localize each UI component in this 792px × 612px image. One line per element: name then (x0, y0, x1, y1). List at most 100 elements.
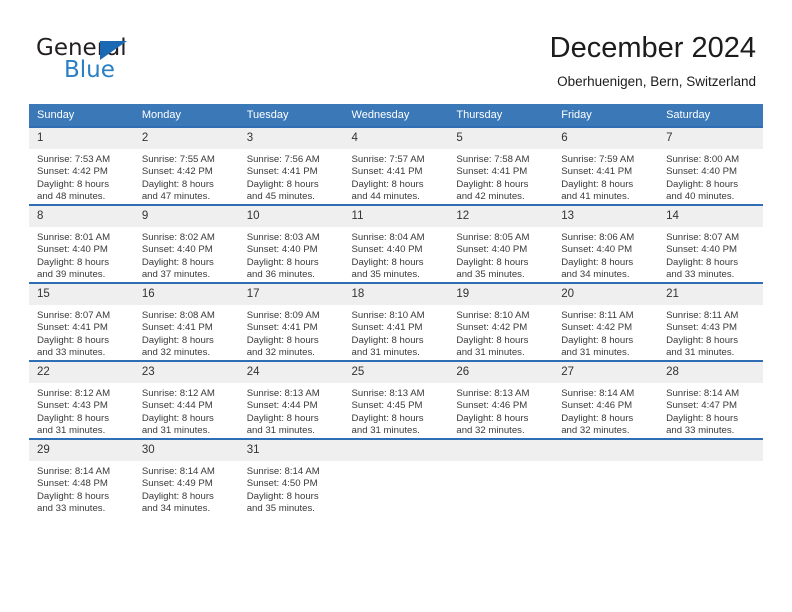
week-row: 15 Sunrise: 8:07 AM Sunset: 4:41 PM Dayl… (29, 282, 763, 361)
day-number (343, 440, 449, 461)
day-cell[interactable]: 8 Sunrise: 8:01 AM Sunset: 4:40 PM Dayli… (29, 204, 134, 283)
page-subtitle: Oberhuenigen, Bern, Switzerland (557, 74, 756, 89)
daylight-text-line1: Daylight: 8 hours (456, 412, 529, 424)
daylight-text-line1: Daylight: 8 hours (351, 334, 424, 346)
day-cell[interactable]: 13 Sunrise: 8:06 AM Sunset: 4:40 PM Dayl… (553, 204, 659, 283)
day-cell[interactable]: 18 Sunrise: 8:10 AM Sunset: 4:41 PM Dayl… (343, 282, 449, 361)
day-details: Sunrise: 8:11 AM Sunset: 4:43 PM Dayligh… (658, 305, 763, 360)
sunset-text: Sunset: 4:40 PM (246, 244, 318, 256)
day-cell[interactable]: 4 Sunrise: 7:57 AM Sunset: 4:41 PM Dayli… (343, 126, 449, 205)
day-number: 4 (343, 128, 449, 149)
daylight-text-line1: Daylight: 8 hours (141, 256, 214, 268)
day-cell[interactable]: 26 Sunrise: 8:13 AM Sunset: 4:46 PM Dayl… (448, 360, 554, 439)
weekday-header-saturday: Saturday (658, 104, 763, 127)
day-details: Sunrise: 8:14 AM Sunset: 4:50 PM Dayligh… (239, 461, 344, 516)
sunset-text: Sunset: 4:45 PM (351, 400, 423, 412)
calendar-page: General Blue December 2024 Oberhuenigen,… (0, 0, 792, 612)
sunset-text: Sunset: 4:48 PM (37, 478, 108, 490)
day-number: 1 (29, 128, 134, 149)
day-cell[interactable]: 5 Sunrise: 7:58 AM Sunset: 4:41 PM Dayli… (448, 126, 554, 205)
day-cell[interactable]: 20 Sunrise: 8:11 AM Sunset: 4:42 PM Dayl… (553, 282, 659, 361)
day-cell[interactable]: 24 Sunrise: 8:13 AM Sunset: 4:44 PM Dayl… (238, 360, 344, 439)
daylight-text-line1: Daylight: 8 hours (666, 412, 739, 424)
daylight-text-line1: Daylight: 8 hours (666, 334, 739, 346)
day-cell[interactable]: 19 Sunrise: 8:10 AM Sunset: 4:42 PM Dayl… (448, 282, 554, 361)
day-cell[interactable]: 12 Sunrise: 8:05 AM Sunset: 4:40 PM Dayl… (448, 204, 554, 283)
day-details: Sunrise: 8:14 AM Sunset: 4:49 PM Dayligh… (134, 461, 239, 516)
sunrise-text: Sunrise: 8:03 AM (246, 232, 320, 243)
sunrise-text: Sunrise: 8:05 AM (456, 232, 530, 243)
daylight-text-line2: and 45 minutes. (246, 191, 315, 203)
day-number: 24 (238, 362, 344, 383)
day-cell[interactable]: 28 Sunrise: 8:14 AM Sunset: 4:47 PM Dayl… (658, 360, 763, 439)
day-cell[interactable]: 6 Sunrise: 7:59 AM Sunset: 4:41 PM Dayli… (553, 126, 659, 205)
sunrise-text: Sunrise: 8:04 AM (351, 232, 425, 243)
day-cell[interactable]: 9 Sunrise: 8:02 AM Sunset: 4:40 PM Dayli… (133, 204, 239, 283)
sunrise-text: Sunrise: 8:14 AM (561, 388, 635, 399)
sunrise-text: Sunrise: 8:12 AM (37, 388, 111, 399)
day-number: 30 (133, 440, 239, 461)
sunrise-text: Sunrise: 8:14 AM (666, 388, 740, 399)
day-number: 29 (29, 440, 134, 461)
weekday-header-monday: Monday (133, 104, 239, 127)
week-row: 22 Sunrise: 8:12 AM Sunset: 4:43 PM Dayl… (29, 360, 763, 439)
day-cell[interactable]: 2 Sunrise: 7:55 AM Sunset: 4:42 PM Dayli… (133, 126, 239, 205)
day-details: Sunrise: 8:06 AM Sunset: 4:40 PM Dayligh… (553, 227, 658, 282)
day-number: 5 (448, 128, 554, 149)
day-cell[interactable]: 1 Sunrise: 7:53 AM Sunset: 4:42 PM Dayli… (29, 126, 134, 205)
day-cell[interactable]: 10 Sunrise: 8:03 AM Sunset: 4:40 PM Dayl… (238, 204, 344, 283)
general-blue-logo[interactable]: General Blue (36, 36, 186, 84)
logo-text-blue: Blue (64, 57, 115, 83)
day-cell[interactable]: 16 Sunrise: 8:08 AM Sunset: 4:41 PM Dayl… (133, 282, 239, 361)
weekday-header-thursday: Thursday (448, 104, 554, 127)
day-number: 12 (448, 206, 554, 227)
day-number: 15 (29, 284, 134, 305)
day-details: Sunrise: 8:02 AM Sunset: 4:40 PM Dayligh… (134, 227, 239, 282)
day-details: Sunrise: 8:12 AM Sunset: 4:44 PM Dayligh… (134, 383, 239, 438)
day-number: 9 (133, 206, 239, 227)
day-cell[interactable]: 17 Sunrise: 8:09 AM Sunset: 4:41 PM Dayl… (238, 282, 344, 361)
day-cell[interactable]: 27 Sunrise: 8:14 AM Sunset: 4:46 PM Dayl… (553, 360, 659, 439)
daylight-text-line1: Daylight: 8 hours (37, 256, 109, 268)
daylight-text-line2: and 35 minutes. (246, 503, 315, 515)
daylight-text-line1: Daylight: 8 hours (246, 334, 319, 346)
day-details: Sunrise: 7:58 AM Sunset: 4:41 PM Dayligh… (448, 149, 553, 204)
daylight-text-line1: Daylight: 8 hours (246, 412, 319, 424)
day-details: Sunrise: 8:03 AM Sunset: 4:40 PM Dayligh… (239, 227, 344, 282)
day-cell[interactable]: 29 Sunrise: 8:14 AM Sunset: 4:48 PM Dayl… (29, 438, 134, 516)
day-details: Sunrise: 7:57 AM Sunset: 4:41 PM Dayligh… (344, 149, 449, 204)
day-details: Sunrise: 8:11 AM Sunset: 4:42 PM Dayligh… (553, 305, 658, 360)
daylight-text-line2: and 32 minutes. (456, 425, 525, 437)
day-cell[interactable]: 21 Sunrise: 8:11 AM Sunset: 4:43 PM Dayl… (658, 282, 763, 361)
sunset-text: Sunset: 4:44 PM (141, 400, 213, 412)
day-cell[interactable]: 31 Sunrise: 8:14 AM Sunset: 4:50 PM Dayl… (238, 438, 344, 516)
day-cell[interactable]: 15 Sunrise: 8:07 AM Sunset: 4:41 PM Dayl… (29, 282, 134, 361)
sunrise-text: Sunrise: 8:13 AM (246, 388, 320, 399)
day-cell[interactable]: 11 Sunrise: 8:04 AM Sunset: 4:40 PM Dayl… (343, 204, 449, 283)
daylight-text-line2: and 44 minutes. (351, 191, 420, 203)
sunrise-text: Sunrise: 8:07 AM (37, 310, 111, 321)
daylight-text-line1: Daylight: 8 hours (666, 178, 739, 190)
day-number: 26 (448, 362, 554, 383)
page-header: General Blue December 2024 Oberhuenigen,… (0, 0, 792, 104)
day-cell[interactable]: 25 Sunrise: 8:13 AM Sunset: 4:45 PM Dayl… (343, 360, 449, 439)
sunrise-text: Sunrise: 8:02 AM (141, 232, 215, 243)
day-cell[interactable]: 22 Sunrise: 8:12 AM Sunset: 4:43 PM Dayl… (29, 360, 134, 439)
day-cell[interactable]: 30 Sunrise: 8:14 AM Sunset: 4:49 PM Dayl… (133, 438, 239, 516)
daylight-text-line1: Daylight: 8 hours (141, 178, 214, 190)
sunrise-text: Sunrise: 8:11 AM (561, 310, 634, 321)
daylight-text-line2: and 48 minutes. (37, 191, 106, 203)
day-cell[interactable]: 3 Sunrise: 7:56 AM Sunset: 4:41 PM Dayli… (238, 126, 344, 205)
sunset-text: Sunset: 4:42 PM (141, 166, 213, 178)
weekday-header-tuesday: Tuesday (238, 104, 344, 127)
daylight-text-line1: Daylight: 8 hours (246, 490, 319, 502)
daylight-text-line2: and 40 minutes. (666, 191, 735, 203)
day-number: 28 (658, 362, 763, 383)
daylight-text-line2: and 31 minutes. (37, 425, 106, 437)
day-cell[interactable]: 14 Sunrise: 8:07 AM Sunset: 4:40 PM Dayl… (658, 204, 763, 283)
sunset-text: Sunset: 4:49 PM (141, 478, 213, 490)
daylight-text-line1: Daylight: 8 hours (561, 412, 634, 424)
day-cell[interactable]: 23 Sunrise: 8:12 AM Sunset: 4:44 PM Dayl… (133, 360, 239, 439)
day-cell[interactable]: 7 Sunrise: 8:00 AM Sunset: 4:40 PM Dayli… (658, 126, 763, 205)
daylight-text-line1: Daylight: 8 hours (37, 490, 109, 502)
